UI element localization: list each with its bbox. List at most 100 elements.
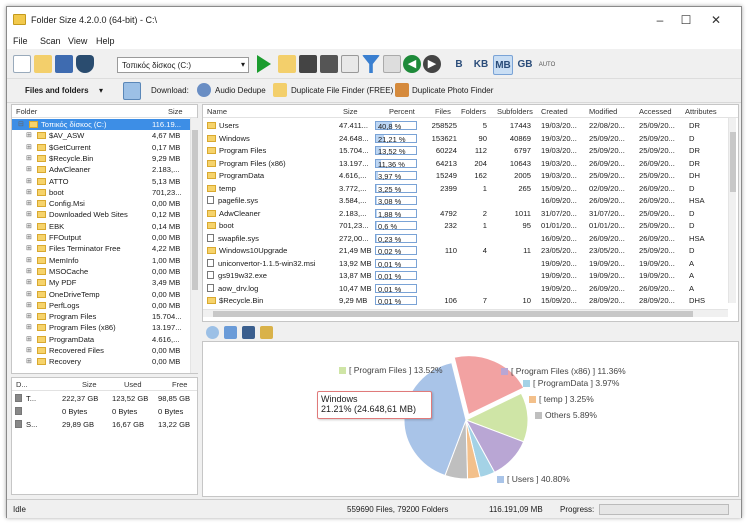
- list-row[interactable]: Program Files 15.704... 13,52 % 60224 112 679…: [203, 145, 723, 156]
- list-row[interactable]: Windows 24.648... 21,21 % 153621 90 40869 19/0…: [203, 133, 723, 144]
- tree-item[interactable]: ⊞ PerfLogs 0,00 MB: [12, 300, 190, 311]
- expand-icon[interactable]: ⊞: [26, 312, 32, 320]
- expand-icon[interactable]: ⊞: [26, 188, 32, 196]
- filter-icon[interactable]: [362, 55, 380, 73]
- col-files[interactable]: Files: [435, 107, 451, 116]
- drives-col-free[interactable]: Free: [172, 380, 187, 389]
- list-row[interactable]: AdwCleaner 2.183,... 1,88 % 4792 2 1011 31/07/…: [203, 208, 723, 219]
- col-size[interactable]: Size: [343, 107, 358, 116]
- col-accessed[interactable]: Accessed: [639, 107, 672, 116]
- col-created[interactable]: Created: [541, 107, 568, 116]
- tree-item[interactable]: ⊞ AdwCleaner 2.183,...: [12, 164, 190, 175]
- expand-icon[interactable]: ⊞: [26, 346, 32, 354]
- tree-item[interactable]: ⊞ Program Files (x86) 13.197...: [12, 322, 190, 333]
- tree-item[interactable]: ⊞ FFOutput 0,00 MB: [12, 232, 190, 243]
- col-attributes[interactable]: Attributes: [685, 107, 717, 116]
- drive-row[interactable]: S... 29,89 GB 16,67 GB 13,22 GB: [12, 419, 197, 430]
- expand-icon[interactable]: ⊞: [26, 278, 32, 286]
- tree-item[interactable]: ⊟ Τοπικός δίσκος (C:) 116.19...: [12, 119, 190, 131]
- close-button[interactable]: ✕: [703, 11, 729, 29]
- expand-icon[interactable]: ⊞: [26, 323, 32, 331]
- expand-icon[interactable]: ⊞: [26, 256, 32, 264]
- menu-file[interactable]: File: [13, 36, 28, 46]
- expand-icon[interactable]: ⊟: [18, 120, 24, 128]
- shield-icon[interactable]: [76, 55, 94, 73]
- col-name[interactable]: Name: [207, 107, 227, 116]
- settings-tab-icon[interactable]: [260, 326, 273, 339]
- col-folders[interactable]: Folders: [461, 107, 486, 116]
- expand-icon[interactable]: ⊞: [26, 154, 32, 162]
- list-scrollbar[interactable]: [728, 118, 736, 303]
- list-row[interactable]: Program Files (x86) 13.197... 11,36 % 64213…: [203, 158, 723, 169]
- tree-item[interactable]: ⊞ boot 701,23...: [12, 187, 190, 198]
- tree-item[interactable]: ⊞ $GetCurrent 0,17 MB: [12, 142, 190, 153]
- list-row[interactable]: swapfile.sys 272,00... 0,23 % 16/09/20... 26…: [203, 233, 723, 244]
- tree-item[interactable]: ⊞ ProgramData 4.616,...: [12, 334, 190, 345]
- tree-item[interactable]: ⊞ Recovered Files 0,00 MB: [12, 345, 190, 356]
- expand-icon[interactable]: ⊞: [26, 290, 32, 298]
- tree-scrollbar[interactable]: [190, 118, 198, 373]
- pause-icon[interactable]: [299, 55, 317, 73]
- maximize-button[interactable]: ☐: [673, 11, 699, 29]
- list-row[interactable]: aow_drv.log 10,47 MB 0,01 % 19/09/20... 26/0…: [203, 283, 723, 294]
- bar-chart-tab-icon[interactable]: [224, 326, 237, 339]
- play-scan-icon[interactable]: [257, 55, 271, 73]
- list-row[interactable]: pagefile.sys 3.584,... 3,08 % 16/09/20... 26…: [203, 195, 723, 206]
- expand-icon[interactable]: ⊞: [26, 210, 32, 218]
- drives-panel[interactable]: D... Size Used Free T... 222,37 GB 123,52 …: [11, 377, 198, 495]
- pie-chart-tab-icon[interactable]: [206, 326, 219, 339]
- tree-item[interactable]: ⊞ Program Files 15.704...: [12, 311, 190, 322]
- expand-icon[interactable]: ⊞: [26, 335, 32, 343]
- col-subfolders[interactable]: Subfolders: [497, 107, 533, 116]
- tree-col-folder[interactable]: Folder: [16, 107, 37, 116]
- audio-dedupe-link[interactable]: Audio Dedupe: [215, 86, 266, 95]
- unit-kb-button[interactable]: KB: [471, 55, 491, 75]
- drives-col-drive[interactable]: D...: [16, 380, 28, 389]
- tree-item[interactable]: ⊞ $Recycle.Bin 9,29 MB: [12, 153, 190, 164]
- menu-view[interactable]: View: [68, 36, 87, 46]
- chevron-down-icon[interactable]: ▾: [99, 86, 103, 95]
- expand-icon[interactable]: ⊞: [26, 357, 32, 365]
- list-row[interactable]: $Recycle.Bin 9,29 MB 0,01 % 106 7 10 15/09/20.…: [203, 295, 723, 306]
- unit-auto-button[interactable]: AUTO: [537, 55, 557, 75]
- expand-icon[interactable]: ⊞: [26, 143, 32, 151]
- list-row[interactable]: Users 47.411... 40,8 % 258525 5 17443 19/03/20…: [203, 120, 723, 131]
- pie-chart[interactable]: [203, 342, 738, 496]
- menu-help[interactable]: Help: [96, 36, 115, 46]
- view-mode-select[interactable]: Files and folders: [25, 86, 89, 95]
- list-row[interactable]: boot 701,23... 0,6 % 232 1 95 01/01/20... 01/01…: [203, 220, 723, 231]
- expand-icon[interactable]: ⊞: [26, 267, 32, 275]
- minimize-button[interactable]: –: [647, 11, 673, 29]
- tree-item[interactable]: ⊞ Downloaded Web Sites 0,12 MB: [12, 209, 190, 220]
- drives-col-used[interactable]: Used: [124, 380, 142, 389]
- drives-col-size[interactable]: Size: [82, 380, 97, 389]
- folder-tree[interactable]: Folder Size ⊟ Τοπικός δίσκος (C:) 116.19..…: [11, 104, 198, 374]
- tree-item[interactable]: ⊞ Config.Msi 0,00 MB: [12, 198, 190, 209]
- drive-row[interactable]: 0 Bytes 0 Bytes 0 Bytes: [12, 406, 197, 417]
- computer-icon[interactable]: [123, 82, 141, 100]
- expand-icon[interactable]: ⊞: [26, 199, 32, 207]
- unit-mb-button[interactable]: MB: [493, 55, 513, 75]
- file-list[interactable]: Name Size Percent Files Folders Subfolde…: [202, 104, 739, 322]
- expand-icon[interactable]: ⊞: [26, 233, 32, 241]
- tree-item[interactable]: ⊞ OneDriveTemp 0,00 MB: [12, 289, 190, 300]
- tree-item[interactable]: ⊞ Recovery 0,00 MB: [12, 356, 190, 367]
- menu-scan[interactable]: Scan: [40, 36, 61, 46]
- unit-gb-button[interactable]: GB: [515, 55, 535, 75]
- list-row[interactable]: Windows10Upgrade 21,49 MB 0,02 % 110 4 11 23/0…: [203, 245, 723, 256]
- tree-item[interactable]: ⊞ MSOCache 0,00 MB: [12, 266, 190, 277]
- tree-item[interactable]: ⊞ ATTO 5,13 MB: [12, 176, 190, 187]
- tree-col-size[interactable]: Size: [168, 107, 183, 116]
- expand-icon[interactable]: ⊞: [26, 301, 32, 309]
- duplicate-photo-finder-link[interactable]: Duplicate Photo Finder: [412, 86, 493, 95]
- duplicate-file-finder-link[interactable]: Duplicate File Finder (FREE): [291, 86, 393, 95]
- tree-item[interactable]: ⊞ Files Terminator Free 4,22 MB: [12, 243, 190, 254]
- list-row[interactable]: gs919w32.exe 13,87 MB 0,01 % 19/09/20... 19/…: [203, 270, 723, 281]
- tree-item[interactable]: ⊞ $AV_ASW 4,67 MB: [12, 130, 190, 141]
- unit-b-button[interactable]: B: [449, 55, 469, 75]
- drive-row[interactable]: T... 222,37 GB 123,52 GB 98,85 GB: [12, 393, 197, 404]
- tree-item[interactable]: ⊞ My PDF 3,49 MB: [12, 277, 190, 288]
- tree-item[interactable]: ⊞ MemInfo 1,00 MB: [12, 255, 190, 266]
- list-row[interactable]: uniconvertor-1.1.5-win32.msi 13,92 MB 0,01…: [203, 258, 723, 269]
- refresh-icon[interactable]: [341, 55, 359, 73]
